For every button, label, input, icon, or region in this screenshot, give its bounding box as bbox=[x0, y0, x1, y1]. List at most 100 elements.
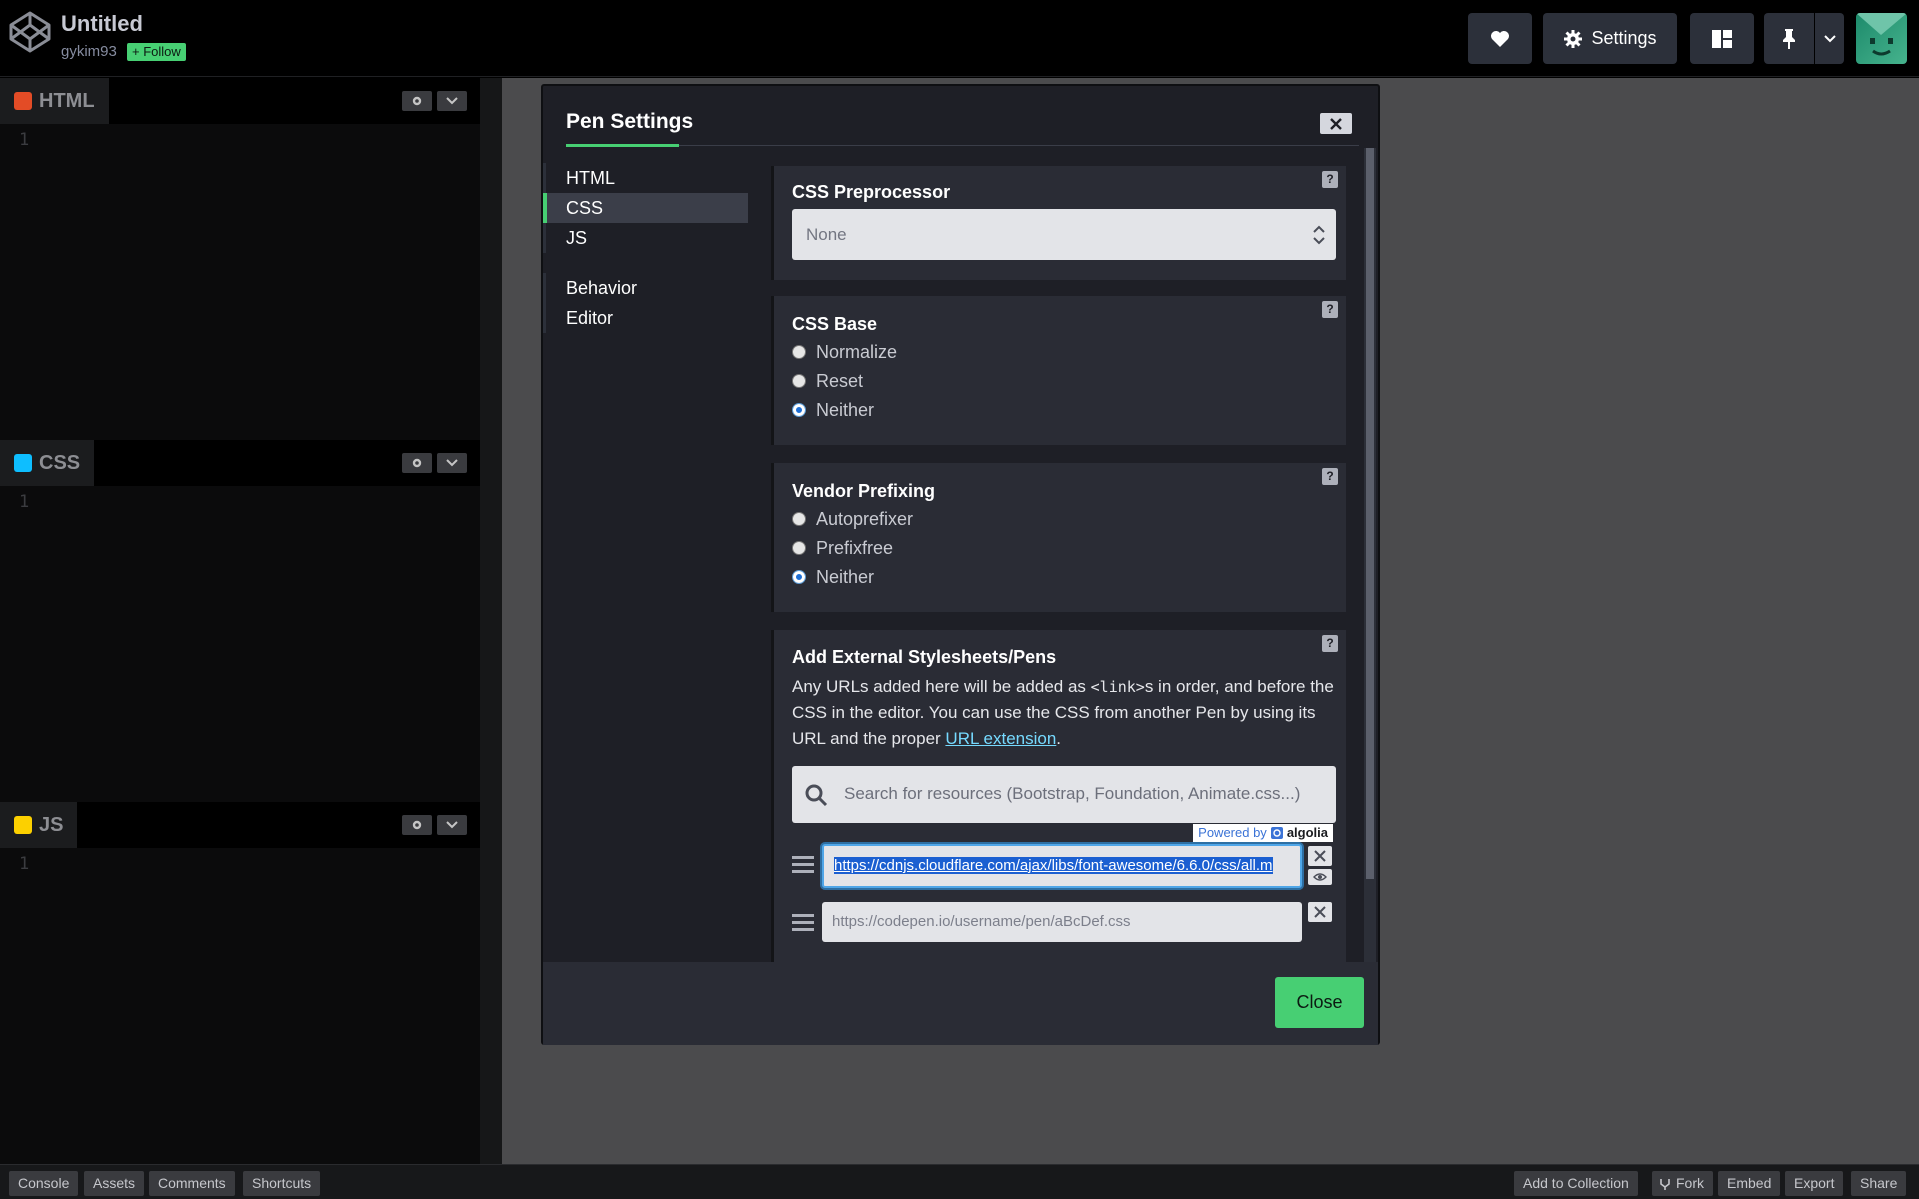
line-number: 1 bbox=[19, 854, 30, 874]
help-button[interactable]: ? bbox=[1322, 301, 1338, 318]
algolia-brand: algolia bbox=[1286, 825, 1328, 840]
algolia-icon bbox=[1270, 827, 1283, 839]
radio-button[interactable] bbox=[792, 374, 806, 388]
modal-title: Pen Settings bbox=[566, 110, 694, 133]
css-settings-button[interactable] bbox=[402, 453, 432, 473]
radio-button-checked[interactable] bbox=[792, 570, 806, 584]
close-icon bbox=[1314, 906, 1326, 918]
assets-button[interactable]: Assets bbox=[84, 1171, 145, 1196]
editor-resize-handle[interactable] bbox=[480, 78, 502, 1164]
url-extension-link[interactable]: URL extension bbox=[945, 729, 1056, 748]
pen-title[interactable]: Untitled bbox=[61, 11, 143, 37]
heart-icon bbox=[1491, 30, 1509, 47]
section-title: CSS Base bbox=[792, 314, 878, 334]
vendor-prefixfree-option[interactable]: Prefixfree bbox=[792, 537, 893, 559]
radio-label: Neither bbox=[816, 566, 875, 587]
radio-button[interactable] bbox=[792, 512, 806, 526]
export-button[interactable]: Export bbox=[1785, 1171, 1844, 1196]
updown-arrows-icon bbox=[1313, 225, 1325, 245]
close-button[interactable]: Close bbox=[1275, 977, 1364, 1028]
pin-button[interactable] bbox=[1764, 13, 1814, 64]
url-placeholder: https://codepen.io/username/pen/aBcDef.c… bbox=[832, 913, 1131, 930]
drag-handle-icon[interactable] bbox=[792, 855, 814, 875]
js-editor-tab[interactable]: JS bbox=[0, 802, 78, 848]
settings-scrollbar-thumb[interactable] bbox=[1366, 148, 1374, 879]
like-button[interactable] bbox=[1468, 13, 1532, 64]
chevron-down-icon bbox=[446, 459, 458, 467]
resource-search-input[interactable]: Search for resources (Bootstrap, Foundat… bbox=[792, 766, 1336, 823]
gear-icon bbox=[412, 458, 422, 468]
html-tab-label: HTML bbox=[39, 89, 95, 112]
css-base-normalize-option[interactable]: Normalize bbox=[792, 341, 897, 363]
settings-nav-css[interactable]: CSS bbox=[543, 193, 748, 223]
js-collapse-button[interactable] bbox=[437, 815, 467, 835]
remove-url-button[interactable] bbox=[1308, 846, 1332, 866]
follow-button[interactable]: + Follow bbox=[127, 43, 186, 61]
shortcuts-button[interactable]: Shortcuts bbox=[243, 1171, 321, 1196]
settings-nav-editor[interactable]: Editor bbox=[546, 303, 748, 333]
vendor-autoprefixer-option[interactable]: Autoprefixer bbox=[792, 508, 913, 530]
external-stylesheets-section: Add External Stylesheets/Pens ? Any URLs… bbox=[771, 630, 1346, 962]
settings-nav-behavior[interactable]: Behavior bbox=[546, 273, 748, 303]
help-button[interactable]: ? bbox=[1322, 635, 1338, 652]
help-button[interactable]: ? bbox=[1322, 171, 1338, 188]
js-settings-button[interactable] bbox=[402, 815, 432, 835]
pin-dropdown-button[interactable] bbox=[1815, 13, 1844, 64]
radio-button-checked[interactable] bbox=[792, 403, 806, 417]
radio-button[interactable] bbox=[792, 541, 806, 555]
embed-button[interactable]: Embed bbox=[1718, 1171, 1781, 1196]
app-header: Untitled gykim93 + Follow Settings bbox=[0, 0, 1919, 77]
radio-label: Neither bbox=[816, 399, 875, 420]
css-preprocessor-select[interactable]: None bbox=[792, 209, 1336, 260]
external-url-input[interactable]: https://cdnjs.cloudflare.com/ajax/libs/f… bbox=[822, 844, 1302, 888]
drag-handle-icon[interactable] bbox=[792, 913, 814, 933]
search-placeholder: Search for resources (Bootstrap, Foundat… bbox=[844, 784, 1301, 803]
html-editor-tab[interactable]: HTML bbox=[0, 78, 109, 124]
desc-text: . bbox=[1056, 729, 1062, 748]
line-number: 1 bbox=[19, 492, 30, 512]
html-settings-button[interactable] bbox=[402, 91, 432, 111]
settings-button[interactable]: Settings bbox=[1543, 13, 1677, 64]
chevron-down-icon bbox=[1823, 34, 1836, 42]
comments-button[interactable]: Comments bbox=[149, 1171, 235, 1196]
html-editor[interactable]: HTML 1 bbox=[0, 78, 480, 440]
view-url-button[interactable] bbox=[1308, 869, 1332, 885]
radio-label: Prefixfree bbox=[816, 537, 894, 558]
html-collapse-button[interactable] bbox=[437, 91, 467, 111]
share-button[interactable]: Share bbox=[1851, 1171, 1907, 1196]
css-collapse-button[interactable] bbox=[437, 453, 467, 473]
css-preprocessor-section: CSS Preprocessor ? None bbox=[771, 166, 1346, 280]
section-title: Add External Stylesheets/Pens bbox=[792, 647, 1057, 667]
modal-close-x-button[interactable] bbox=[1320, 113, 1352, 134]
layout-icon bbox=[1712, 29, 1732, 48]
css-editor[interactable]: CSS 1 bbox=[0, 440, 480, 802]
external-url-input[interactable]: https://codepen.io/username/pen/aBcDef.c… bbox=[822, 902, 1302, 942]
select-value: None bbox=[806, 225, 847, 244]
eye-icon bbox=[1313, 873, 1327, 881]
powered-by-label: Powered by bbox=[1198, 825, 1267, 840]
username[interactable]: gykim93 bbox=[61, 43, 117, 60]
divider bbox=[679, 145, 1359, 146]
settings-nav-js[interactable]: JS bbox=[546, 223, 748, 253]
settings-label: Settings bbox=[1591, 28, 1657, 48]
radio-button[interactable] bbox=[792, 345, 806, 359]
settings-nav-html[interactable]: HTML bbox=[546, 163, 748, 193]
css-editor-tab[interactable]: CSS bbox=[0, 440, 95, 486]
js-editor[interactable]: JS 1 bbox=[0, 802, 480, 1164]
css-base-neither-option[interactable]: Neither bbox=[792, 399, 874, 421]
section-title: CSS Preprocessor bbox=[792, 182, 951, 202]
vendor-neither-option[interactable]: Neither bbox=[792, 566, 874, 588]
avatar-face-icon bbox=[1856, 13, 1907, 56]
editor-column: HTML 1 CSS 1 JS 1 bbox=[0, 78, 480, 1164]
fork-button[interactable]: Fork bbox=[1652, 1171, 1713, 1196]
change-view-button[interactable] bbox=[1690, 13, 1754, 64]
css-base-reset-option[interactable]: Reset bbox=[792, 370, 863, 392]
console-button[interactable]: Console bbox=[9, 1171, 79, 1196]
avatar[interactable] bbox=[1856, 13, 1907, 64]
help-button[interactable]: ? bbox=[1322, 468, 1338, 485]
css-base-section: CSS Base ? Normalize Reset Neither bbox=[771, 296, 1346, 445]
add-to-collection-button[interactable]: Add to Collection bbox=[1514, 1171, 1638, 1196]
gear-icon bbox=[412, 96, 422, 106]
remove-url-button[interactable] bbox=[1308, 902, 1332, 922]
codepen-logo-icon[interactable] bbox=[8, 10, 52, 54]
